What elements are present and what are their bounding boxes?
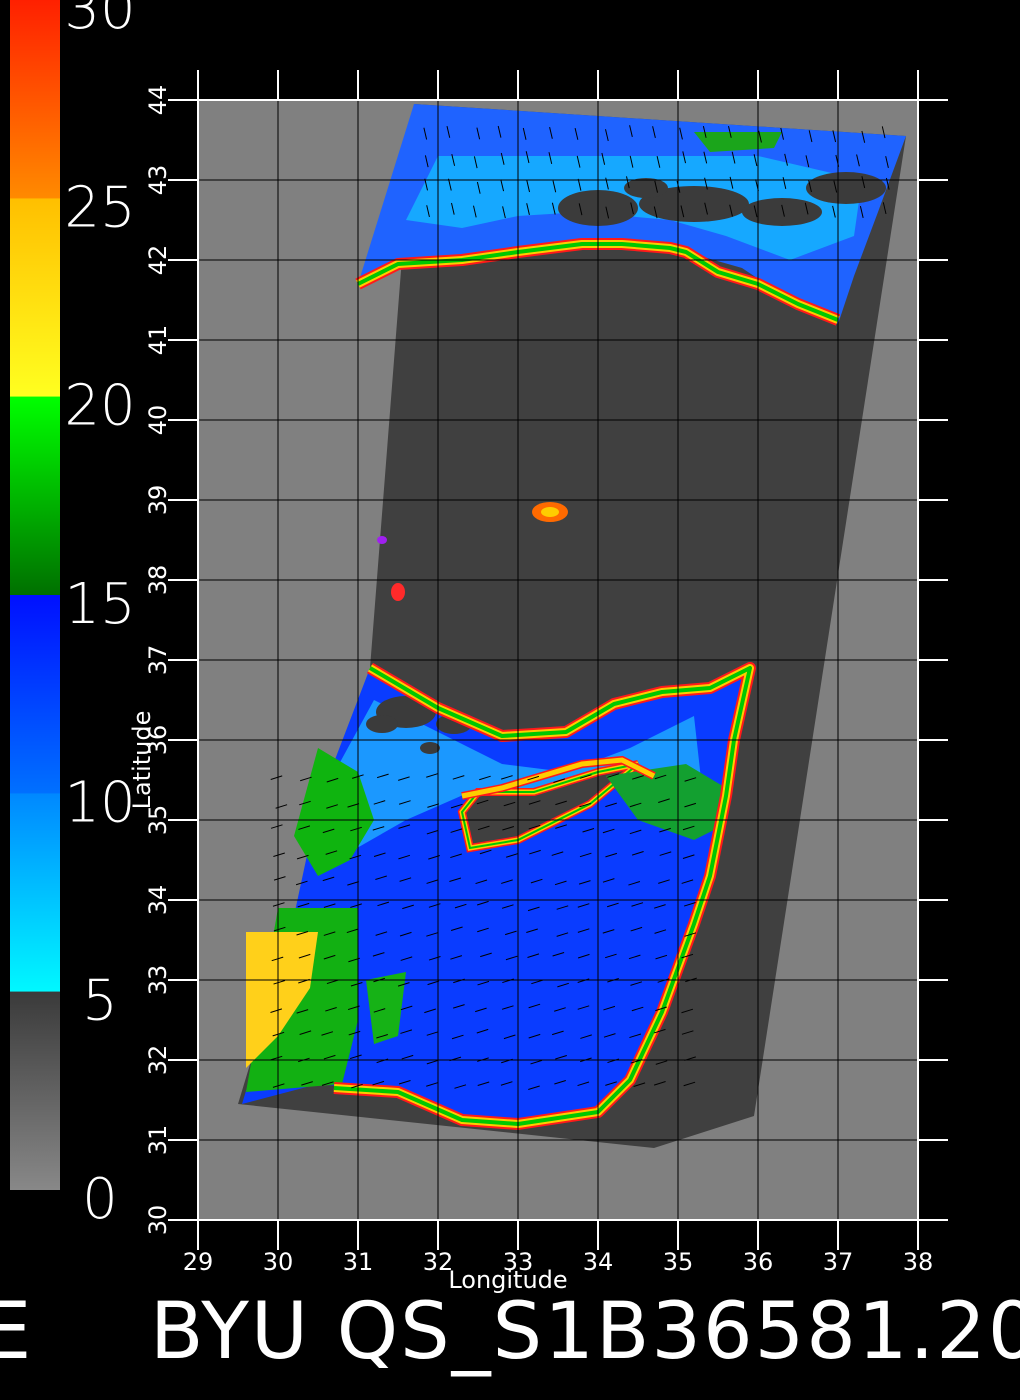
x-tick-label: 31 bbox=[343, 1248, 374, 1276]
x-tick-label: 30 bbox=[263, 1248, 294, 1276]
y-tick-label: 42 bbox=[144, 245, 172, 276]
x-tick-label: 34 bbox=[583, 1248, 614, 1276]
colorbar-label: 5 bbox=[82, 969, 118, 1034]
colorbar-label: 25 bbox=[64, 175, 135, 240]
y-tick-label: 43 bbox=[144, 165, 172, 196]
x-tick-label: 29 bbox=[183, 1248, 214, 1276]
y-tick-label: 37 bbox=[144, 645, 172, 676]
lake-beysehir bbox=[391, 583, 405, 601]
colorbar-label: 20 bbox=[64, 374, 135, 439]
y-tick-label: 34 bbox=[144, 885, 172, 916]
colorbar-label: 10 bbox=[64, 770, 135, 835]
colorbar-label: 30 bbox=[64, 0, 135, 42]
x-tick-label: 35 bbox=[663, 1248, 694, 1276]
y-tick-label: 44 bbox=[144, 85, 172, 116]
lake-tuz-core bbox=[541, 507, 559, 517]
footer-left-mark: E bbox=[0, 1287, 32, 1377]
y-tick-label: 30 bbox=[144, 1205, 172, 1236]
x-tick-label: 37 bbox=[823, 1248, 854, 1276]
y-tick-label: 33 bbox=[144, 965, 172, 996]
colorbar-label: 0 bbox=[82, 1167, 118, 1232]
black-sea-low-wind-patch bbox=[806, 172, 886, 204]
y-tick-label: 41 bbox=[144, 325, 172, 356]
image-title: BYU QS_S1B36581.200 bbox=[150, 1287, 1020, 1377]
y-tick-label: 32 bbox=[144, 1045, 172, 1076]
wind-speed-map: 29 30 31 32 33 34 35 36 37 3830313233343536373839… bbox=[10, 0, 948, 1294]
colorbar bbox=[10, 0, 60, 1190]
black-sea-low-wind-patch bbox=[742, 198, 822, 226]
mediterranean-low-wind-patch bbox=[366, 715, 398, 733]
black-sea-low-wind-patch bbox=[624, 178, 668, 198]
mediterranean-low-wind-patch bbox=[420, 742, 440, 754]
y-tick-label: 39 bbox=[144, 485, 172, 516]
x-tick-label: 38 bbox=[903, 1248, 934, 1276]
x-tick-label: 36 bbox=[743, 1248, 774, 1276]
y-tick-label: 40 bbox=[144, 405, 172, 436]
y-tick-label: 31 bbox=[144, 1125, 172, 1156]
lake-eber bbox=[377, 536, 387, 544]
y-tick-label: 38 bbox=[144, 565, 172, 596]
colorbar-label: 15 bbox=[64, 572, 135, 637]
image-footer: E BYU QS_S1B36581.200 bbox=[0, 1282, 1020, 1382]
